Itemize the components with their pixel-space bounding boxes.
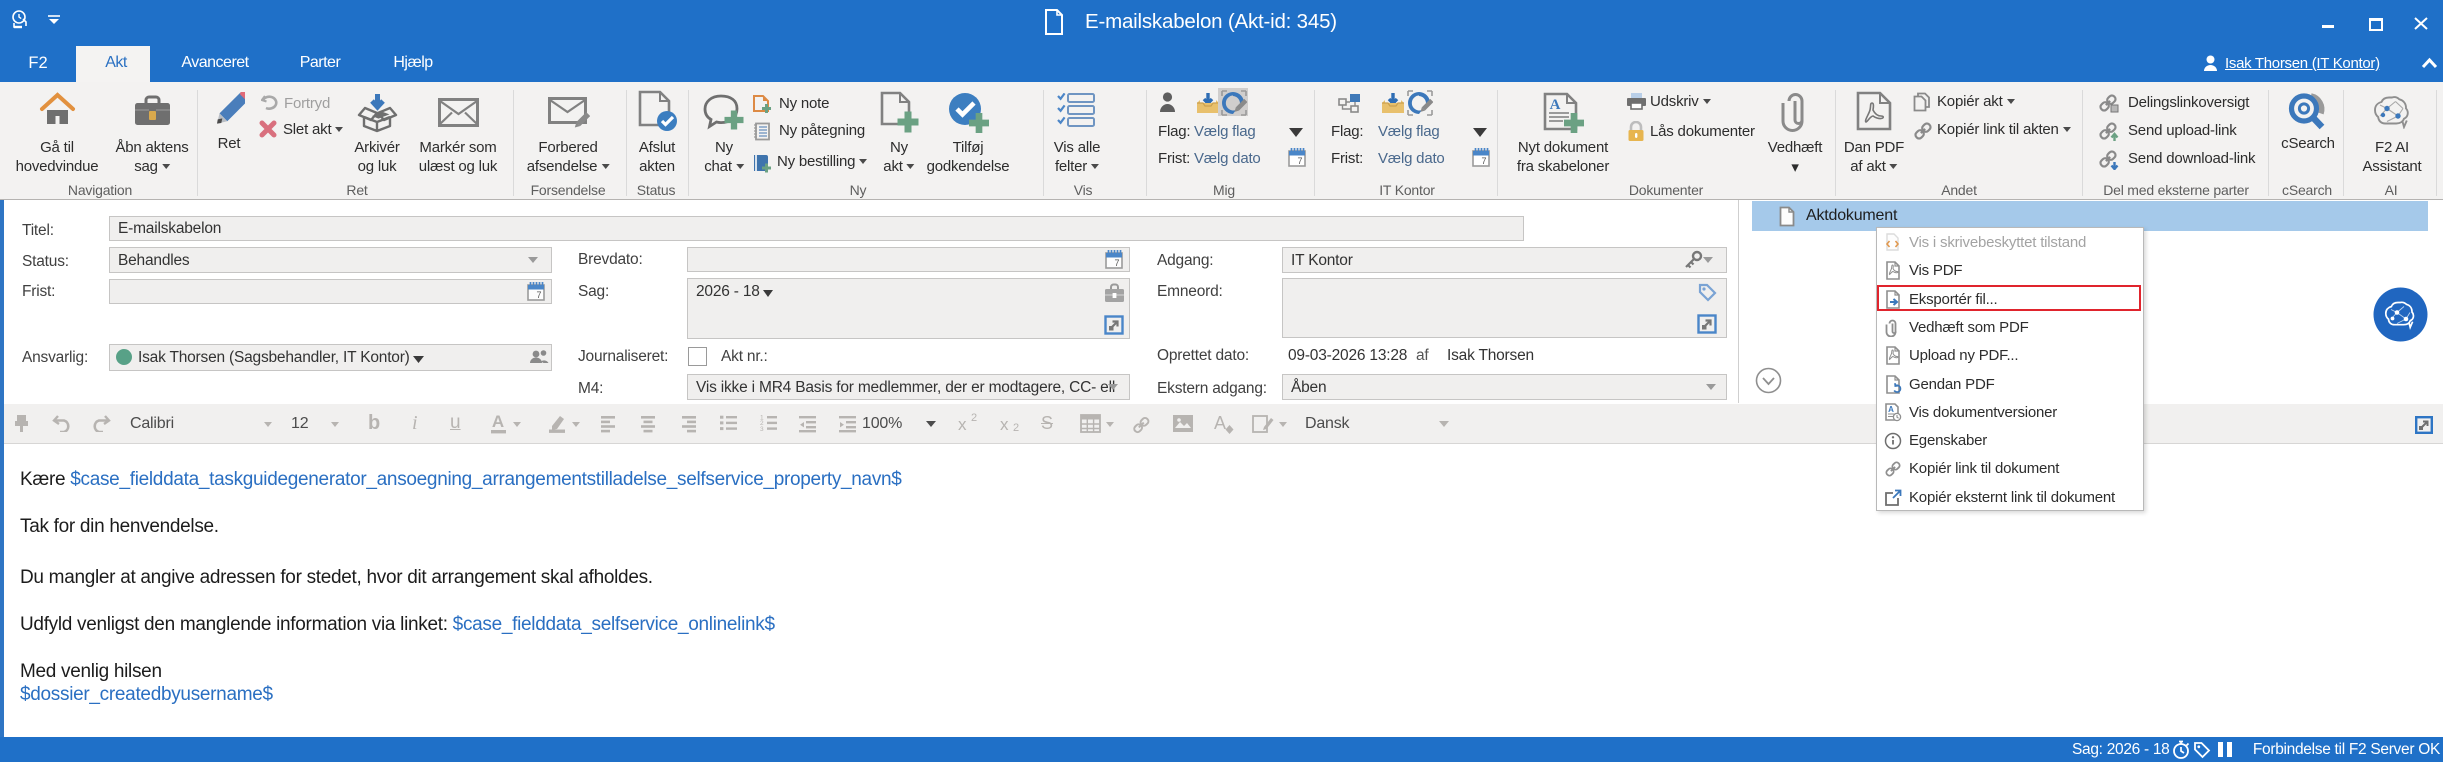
svg-text:A: A [1550,97,1561,113]
svg-text:7: 7 [1481,156,1486,166]
svg-text:A: A [1888,405,1894,414]
svg-text:7: 7 [536,290,541,300]
svg-text:3: 3 [760,426,764,433]
svg-text:A: A [492,413,504,431]
svg-text:A: A [1214,413,1226,433]
svg-text:7: 7 [1114,258,1119,268]
svg-text:7: 7 [1297,156,1302,166]
